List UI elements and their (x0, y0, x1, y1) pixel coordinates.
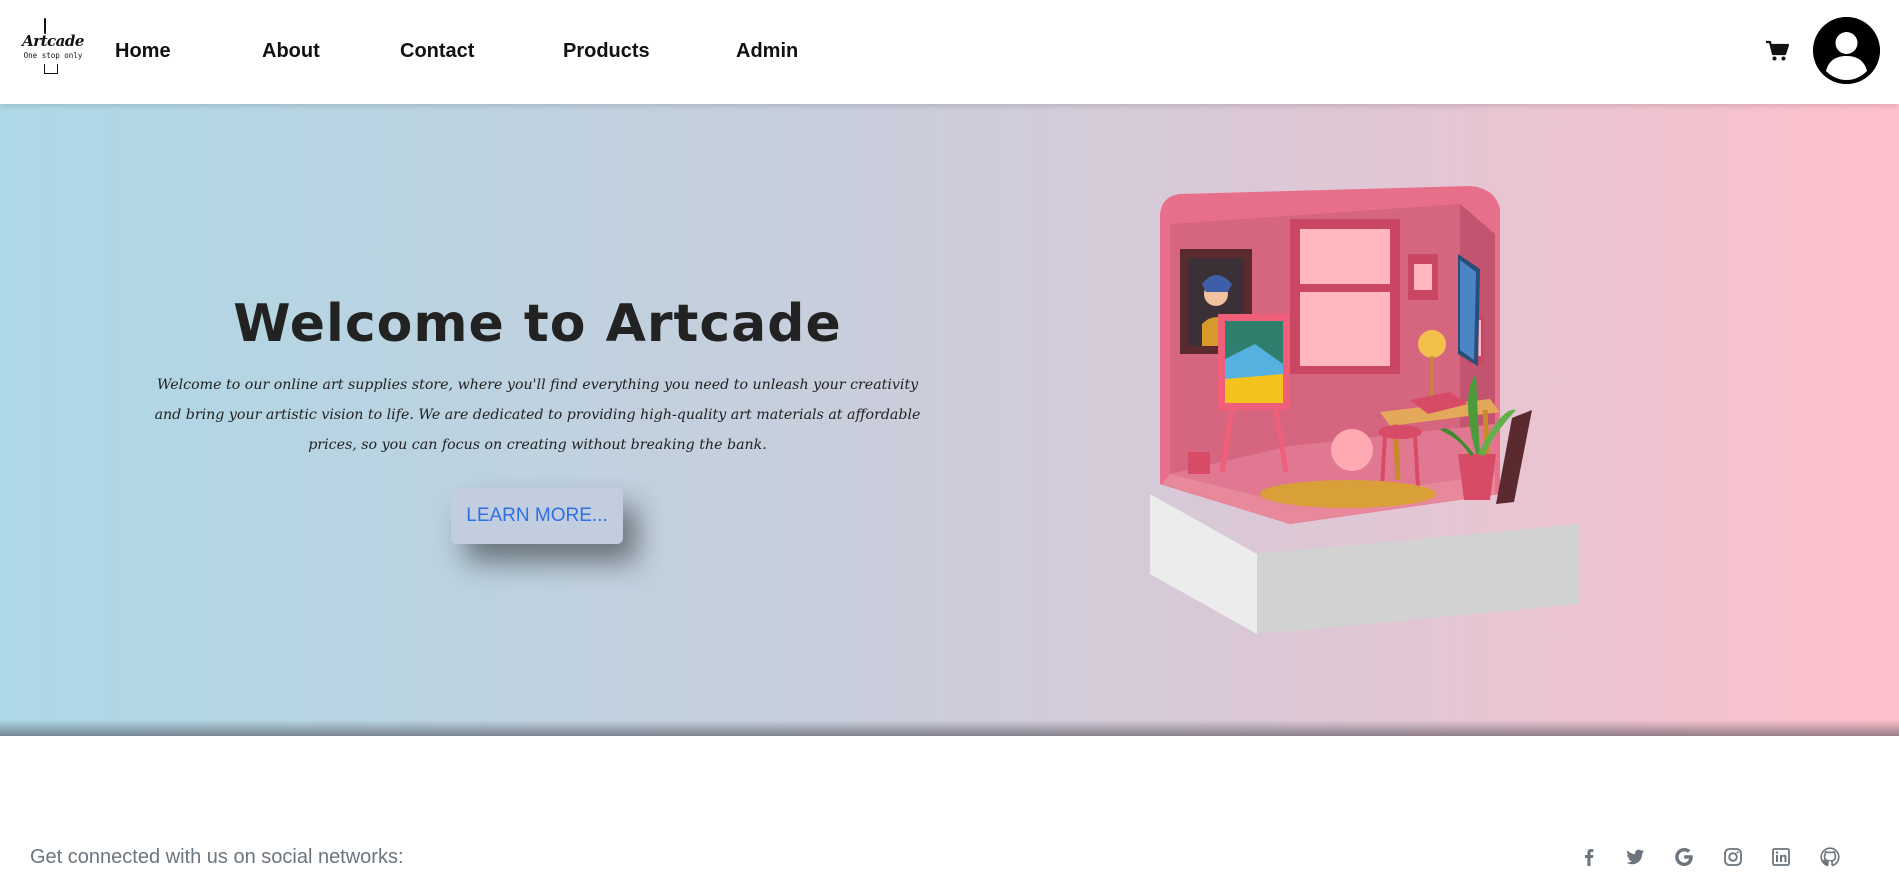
nav-link-products[interactable]: Products (563, 40, 650, 63)
logo[interactable]: Artcade One stop only (22, 18, 84, 80)
hero-section: Welcome to Artcade Welcome to our online… (0, 104, 1899, 736)
nav-link-admin[interactable]: Admin (736, 40, 798, 63)
hero-bottom-edge (0, 720, 1899, 736)
shopping-cart-icon[interactable] (1765, 40, 1790, 62)
hero-title: Welcome to Artcade (233, 294, 842, 354)
twitter-icon[interactable] (1624, 846, 1646, 868)
nav-link-home[interactable]: Home (115, 40, 171, 63)
user-avatar-icon[interactable] (1813, 17, 1880, 84)
ink-pot-icon (44, 64, 58, 74)
hero-description: Welcome to our online art supplies store… (154, 377, 921, 453)
google-icon[interactable] (1673, 846, 1695, 868)
nav-link-contact[interactable]: Contact (400, 40, 474, 63)
footer: Get connected with us on social networks… (0, 736, 1899, 882)
logo-tagline: One stop only (23, 51, 83, 60)
logo-title: Artcade (22, 32, 84, 50)
footer-social-text: Get connected with us on social networks… (30, 846, 404, 868)
art-room-illustration (1150, 186, 1580, 634)
learn-more-button[interactable]: LEARN MORE... (451, 488, 623, 544)
instagram-icon[interactable] (1722, 846, 1744, 868)
linkedin-icon[interactable] (1770, 846, 1792, 868)
brush-icon (44, 18, 46, 34)
github-icon[interactable] (1819, 846, 1841, 868)
nav-link-about[interactable]: About (262, 40, 320, 63)
facebook-icon[interactable] (1578, 846, 1600, 868)
navbar: Artcade One stop only Home About Contact… (0, 0, 1899, 104)
